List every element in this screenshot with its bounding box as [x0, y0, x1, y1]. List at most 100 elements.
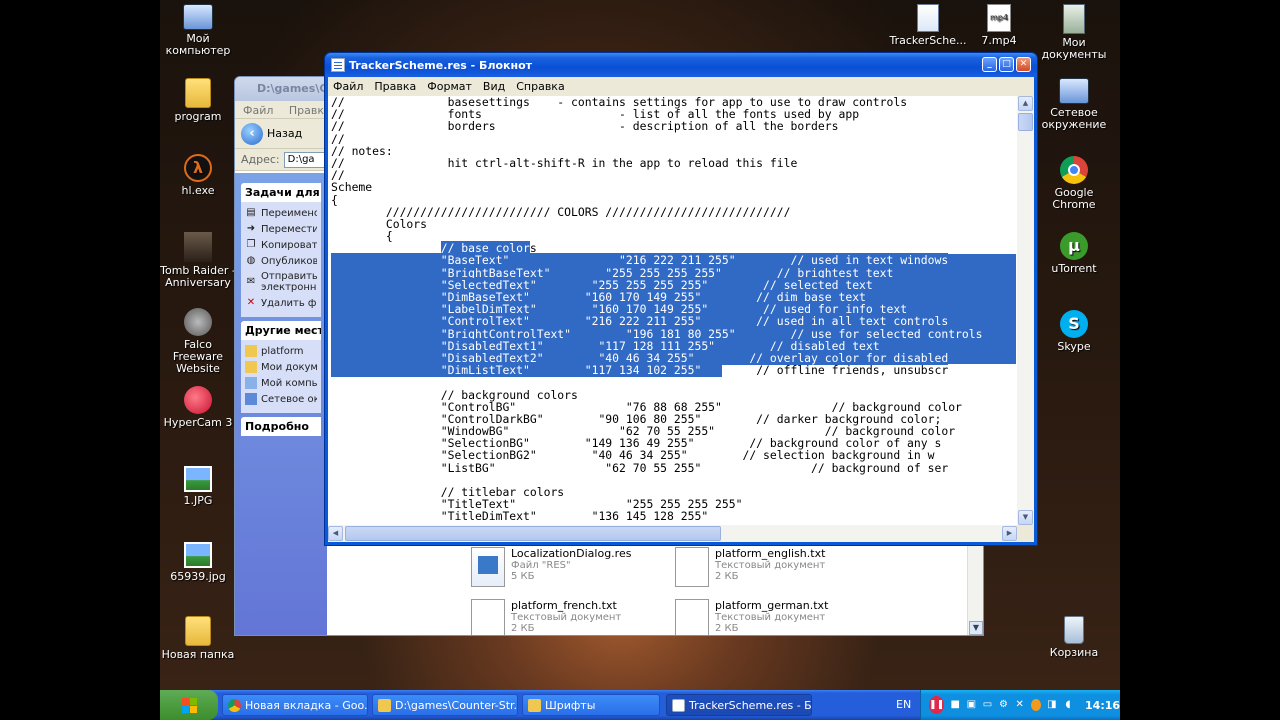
places-group-title[interactable]: Другие места — [241, 321, 321, 340]
text-line: "DimListText" "117 134 102 255" // offli… — [331, 363, 949, 378]
task-copy[interactable]: ❐ Копировать — [245, 237, 317, 253]
skype-icon: S — [1060, 310, 1088, 338]
desktop-icon-label: Сетевое окружение — [1041, 106, 1107, 131]
desktop-icon-utorrent[interactable]: µ uTorrent — [1036, 232, 1112, 275]
text-file-icon — [471, 599, 505, 635]
menu-view[interactable]: Вид — [483, 80, 505, 93]
scroll-down-arrow-icon[interactable]: ▼ — [969, 621, 983, 635]
close-icon[interactable]: ✕ — [1015, 699, 1025, 711]
taskbar-button-explorer[interactable]: D:\games\Counter-Str... — [372, 694, 518, 716]
vertical-scroll-thumb[interactable] — [1018, 113, 1033, 131]
desktop-icon-skype[interactable]: S Skype — [1036, 310, 1112, 353]
text-line — [331, 376, 1016, 388]
explorer-title: D:\games\C — [257, 82, 328, 95]
desktop-icon-1-jpg[interactable]: 1.JPG — [160, 466, 236, 507]
menu-help[interactable]: Справка — [516, 80, 564, 93]
desktop-icon-hl-exe[interactable]: λ hl.exe — [160, 154, 236, 197]
volume-icon[interactable]: ◖ — [1063, 699, 1073, 711]
scroll-up-arrow-icon[interactable]: ▲ — [1018, 96, 1033, 111]
desktop-icon-label: Skype — [1057, 340, 1091, 353]
desktop-icon-trackerscheme[interactable]: TrackerSche... — [888, 4, 968, 47]
task-delete[interactable]: ✕ Удалить фа — [245, 295, 317, 311]
file-name: LocalizationDialog.res — [511, 547, 632, 560]
avast-icon[interactable] — [1030, 699, 1041, 711]
place-platform[interactable]: platform — [245, 343, 317, 359]
task-move[interactable]: ➜ Переместит — [245, 221, 317, 237]
text-line: "BrightBaseText" "255 255 255 255" // br… — [331, 265, 1016, 280]
notepad-title-bar[interactable]: TrackerScheme.res - Блокнот _ □ ✕ — [325, 53, 1037, 77]
clock[interactable]: 14:16 — [1085, 699, 1120, 712]
horizontal-scroll-thumb[interactable] — [345, 526, 721, 541]
taskbar-button-fonts[interactable]: Шрифты — [522, 694, 660, 716]
copy-icon: ❐ — [246, 239, 256, 250]
network-tray-icon[interactable]: ◨ — [1047, 699, 1057, 711]
task-send-email[interactable]: ✉ Отправить электронно — [245, 269, 317, 295]
text-selection: "DimListText" "117 134 102 255" — [331, 363, 722, 378]
task-rename[interactable]: ▤ Переименов — [245, 205, 317, 221]
file-item[interactable]: platform_english.txt Текстовый документ 2 … — [675, 547, 875, 587]
folder-icon — [185, 616, 211, 646]
explorer-menu-file[interactable]: Файл — [243, 104, 273, 117]
maximize-button[interactable]: □ — [999, 57, 1014, 72]
desktop-icon-falco[interactable]: Falco Freeware Website — [160, 308, 236, 375]
desktop-icon-my-documents[interactable]: Мои документы — [1036, 4, 1112, 61]
text-line: "TitleDimText" "136 145 128 255" — [331, 509, 709, 524]
place-network[interactable]: Сетевое окр — [245, 391, 317, 407]
task-publish[interactable]: ◍ Опубликова — [245, 253, 317, 269]
back-button[interactable]: ‹ Назад — [241, 122, 302, 145]
file-name: platform_english.txt — [715, 547, 826, 560]
close-button[interactable]: ✕ — [1016, 57, 1031, 72]
tasks-group-title[interactable]: Задачи для фа — [241, 183, 321, 202]
camera-icon[interactable]: ▣ — [966, 699, 976, 711]
menu-file[interactable]: Файл — [333, 80, 363, 93]
desktop-icon-tomb-raider[interactable]: Tomb Raider - Anniversary — [160, 232, 236, 289]
desktop-icon-65939-jpg[interactable]: 65939.jpg — [160, 542, 236, 583]
desktop-icon-new-folder[interactable]: Новая папка — [160, 616, 236, 661]
settings-icon[interactable]: ⚙ — [998, 699, 1008, 711]
text-area[interactable]: // basesettings - contains settings for … — [331, 96, 1016, 525]
text-file-icon — [675, 599, 709, 635]
notepad-editor[interactable]: // basesettings - contains settings for … — [328, 96, 1034, 542]
taskbar-button-notepad[interactable]: TrackerScheme.res - Б... — [666, 694, 812, 716]
scroll-down-arrow-icon[interactable]: ▼ — [1018, 510, 1033, 525]
window-icon[interactable]: ▭ — [982, 699, 992, 711]
tasks-group: ▤ Переименов ➜ Переместит ❐ Копировать ◍ Опу… — [241, 202, 321, 317]
desktop-icon-7-mp4[interactable]: mp4 7.mp4 — [964, 4, 1034, 47]
file-name: platform_german.txt — [715, 599, 829, 612]
menu-edit[interactable]: Правка — [374, 80, 416, 93]
taskbar-button-chrome[interactable]: Новая вкладка - Goo... — [222, 694, 368, 716]
file-item[interactable]: LocalizationDialog.res Файл "RES" 5 КБ — [471, 547, 671, 587]
desktop-icon-recycle-bin[interactable]: Корзина — [1036, 616, 1112, 659]
recycle-bin-icon — [1064, 616, 1084, 644]
minimize-button[interactable]: _ — [982, 57, 997, 72]
file-item[interactable]: platform_german.txt Текстовый документ 2 К… — [675, 599, 875, 635]
place-my-documents[interactable]: Мои докуме — [245, 359, 317, 375]
horizontal-scrollbar[interactable]: ◀ ▶ — [328, 525, 1017, 542]
desktop-icon-program[interactable]: program — [160, 78, 236, 123]
start-button[interactable] — [160, 690, 218, 720]
scroll-right-arrow-icon[interactable]: ▶ — [1002, 526, 1017, 541]
desktop-icon-chrome[interactable]: Google Chrome — [1036, 156, 1112, 211]
language-indicator[interactable]: EN — [896, 698, 911, 711]
notepad-window[interactable]: TrackerScheme.res - Блокнот _ □ ✕ Файл П… — [324, 52, 1038, 546]
vertical-scrollbar[interactable]: ▲ ▼ — [1017, 96, 1034, 525]
desktop-icon-hypercam[interactable]: HyperCam 3 — [160, 386, 236, 429]
stop-icon[interactable]: ■ — [950, 699, 960, 711]
details-group-title[interactable]: Подробно — [241, 417, 321, 436]
explorer-task-pane: Задачи для фа ▤ Переименов ➜ Переместит ❐ К… — [235, 173, 327, 635]
record-pause-icon[interactable]: ❚❚ — [929, 696, 945, 714]
desktop-icon-my-computer[interactable]: Мой компьютер — [160, 4, 236, 57]
scroll-left-arrow-icon[interactable]: ◀ — [328, 526, 343, 541]
text-line: { — [331, 192, 338, 207]
place-my-computer[interactable]: Мой компью — [245, 375, 317, 391]
res-file-icon — [471, 547, 505, 587]
desktop-icon-label: Новая папка — [161, 648, 235, 661]
computer-icon — [183, 4, 213, 30]
system-tray: ❚❚ ■ ▣ ▭ ⚙ ✕ ◨ ◖ 14:16 — [920, 690, 1120, 720]
desktop-icon-network[interactable]: Сетевое окружение — [1036, 78, 1112, 131]
text-line: //////////////////////// COLORS ////////… — [331, 204, 791, 219]
text-line: // — [331, 168, 345, 183]
menu-format[interactable]: Формат — [427, 80, 472, 93]
file-item[interactable]: platform_french.txt Текстовый документ 2 К… — [471, 599, 671, 635]
image-file-icon — [184, 466, 212, 492]
